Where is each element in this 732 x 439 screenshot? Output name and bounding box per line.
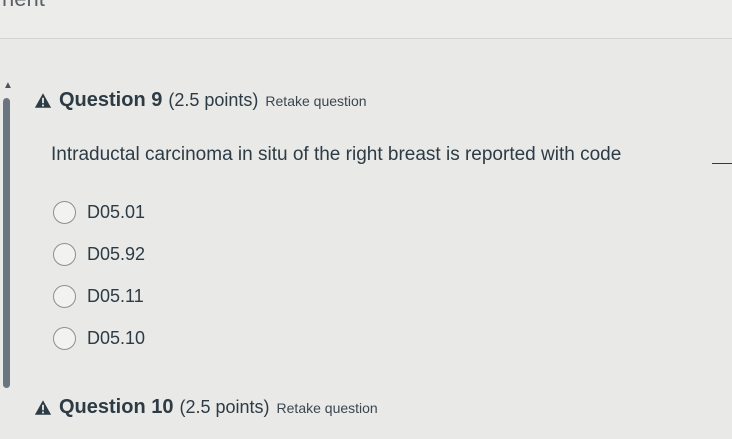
answer-option-label: D05.10 [87,328,146,348]
question-9-stem: Intraductal carcinoma in situ of the rig… [51,144,622,165]
question-9-title: Question 9 [59,89,163,111]
warning-icon [34,93,52,108]
answer-option-label: D05.11 [87,286,144,306]
cut-off-heading: nent [2,0,45,12]
answer-blank [712,145,732,164]
question-10-title: Question 10 [59,396,174,418]
answer-option-3[interactable]: D05.11 [53,285,144,308]
caret-up-icon: ▲ [3,80,13,91]
retake-question-10-link[interactable]: Retake question [277,400,378,416]
radio-button[interactable] [53,327,76,350]
answer-option-1[interactable]: D05.01 [53,201,145,224]
answer-option-label: D05.01 [87,202,146,222]
question-9-header: Question 9 (2.5 points) Retake question [34,89,367,112]
answer-option-4[interactable]: D05.10 [53,327,145,350]
radio-button[interactable] [53,243,76,266]
warning-icon [34,400,52,415]
answer-option-2[interactable]: D05.92 [53,243,145,266]
question-10-points: (2.5 points) [179,397,270,417]
radio-button[interactable] [53,201,76,224]
question-10-header: Question 10 (2.5 points) Retake question [34,396,378,419]
answer-option-label: D05.92 [87,244,146,264]
question-9-points: (2.5 points) [168,90,259,110]
top-strip: nent [0,0,732,39]
retake-question-9-link[interactable]: Retake question [265,93,366,109]
radio-button[interactable] [53,285,76,308]
scroll-indicator-bar[interactable] [3,98,10,388]
